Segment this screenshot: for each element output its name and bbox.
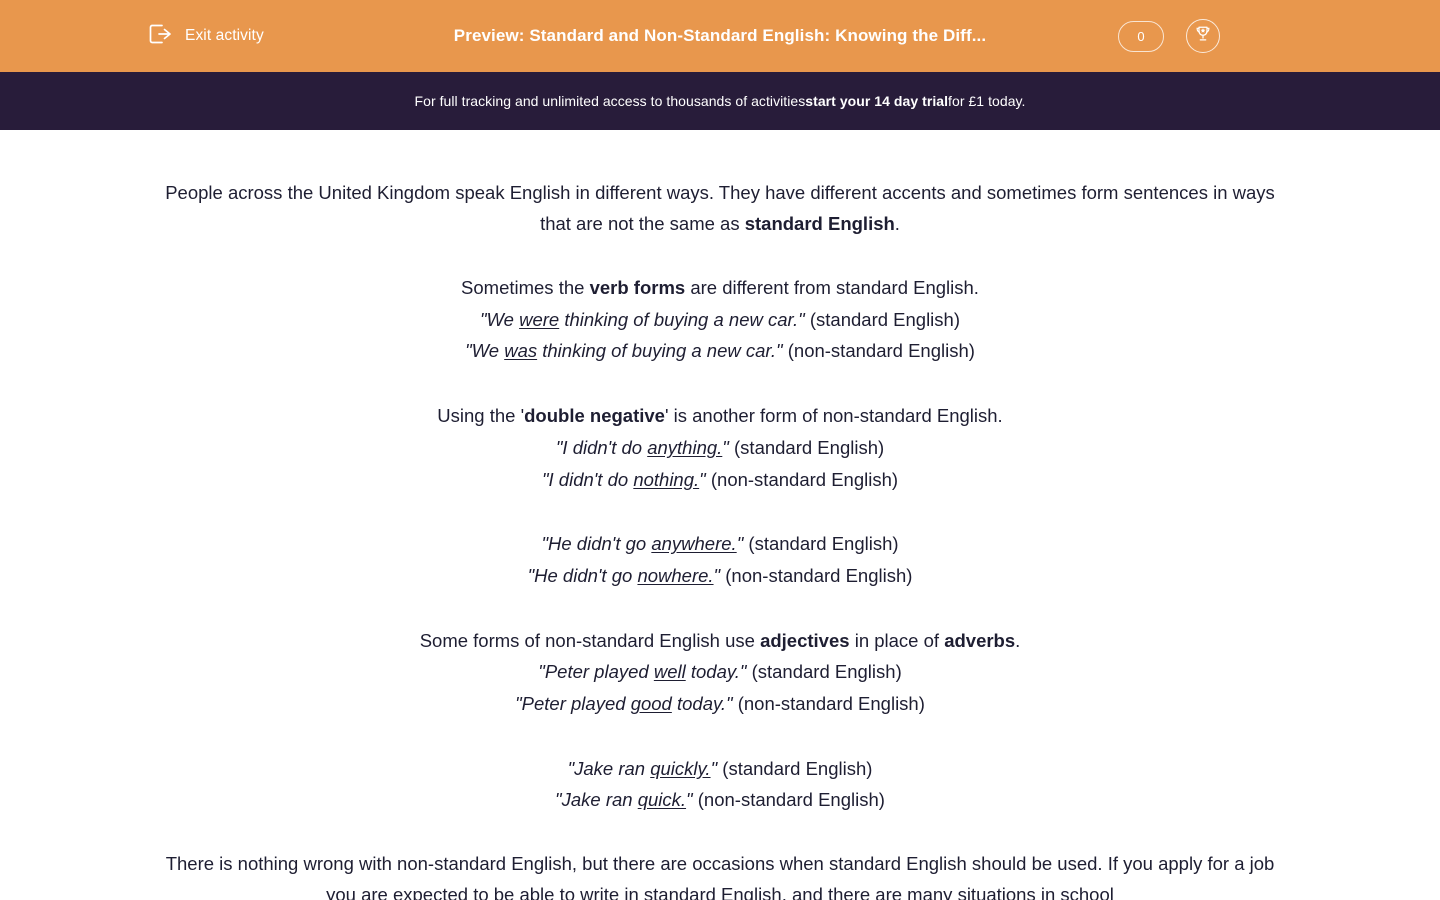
- promo-text-before: For full tracking and unlimited access t…: [414, 93, 806, 109]
- intro-part1: People across the United Kingdom speak E…: [165, 182, 1275, 234]
- heading-bold: double negative: [524, 405, 665, 427]
- example-line: "We was thinking of buying a new car." (…: [165, 335, 1275, 367]
- example-tag: (standard English): [746, 661, 902, 683]
- example-underlined: anywhere.: [651, 533, 737, 555]
- outro-paragraph-text: There is nothing wrong with non-standard…: [165, 853, 1275, 900]
- heading-after: ' is another form of non-standard Englis…: [664, 405, 1003, 427]
- intro-bold: standard English: [744, 212, 895, 234]
- section-adjectives-adverbs: Some forms of non-standard English use a…: [165, 625, 1275, 720]
- section-verb-forms: Sometimes the verb forms are different f…: [165, 272, 1275, 367]
- example-tag: (standard English): [717, 757, 873, 779]
- intro-paragraph-text: People across the United Kingdom speak E…: [165, 178, 1275, 239]
- example-underlined: nothing.: [633, 468, 700, 490]
- exit-activity-label: Exit activity: [185, 27, 264, 45]
- score-counter[interactable]: 0: [1118, 20, 1164, 52]
- example-tag: (non-standard English): [732, 693, 925, 715]
- promo-banner: For full tracking and unlimited access t…: [0, 72, 1440, 130]
- exit-arrow-icon: [148, 22, 174, 51]
- example-underlined: were: [519, 308, 560, 330]
- exit-activity-button[interactable]: Exit activity: [148, 0, 264, 72]
- example-line: "I didn't do nothing." (non-standard Eng…: [165, 464, 1275, 496]
- heading-bold: adjectives: [760, 629, 850, 651]
- heading-bold-2: adverbs: [944, 629, 1016, 651]
- intro-paragraph: People across the United Kingdom speak E…: [165, 178, 1275, 239]
- heading-after: are different from standard English.: [685, 277, 979, 298]
- top-app-bar: Exit activity Preview: Standard and Non-…: [0, 0, 1440, 72]
- example-line: "I didn't do anything." (standard Englis…: [165, 432, 1275, 464]
- section-verb-forms-heading: Sometimes the verb forms are different f…: [165, 272, 1275, 304]
- example-line: "Peter played well today." (standard Eng…: [165, 656, 1275, 688]
- example-quote-after: thinking of buying a new car.": [537, 340, 783, 362]
- heading-mid: in place of: [849, 629, 945, 651]
- heading-before: Sometimes the: [461, 277, 590, 298]
- example-tag: (standard English): [743, 533, 899, 555]
- score-counter-value: 0: [1137, 28, 1145, 44]
- section-anywhere-nowhere: "He didn't go anywhere." (standard Engli…: [165, 528, 1275, 591]
- example-quote-before: "Jake ran: [555, 789, 638, 811]
- trophy-star-icon: [1193, 24, 1213, 49]
- example-quote-before: "We: [479, 308, 520, 330]
- achievements-button[interactable]: [1186, 19, 1220, 53]
- section-quickly-quick: "Jake ran quickly." (standard English) "…: [165, 753, 1275, 816]
- example-quote-after: ": [686, 789, 693, 811]
- page-title-text: Preview: Standard and Non-Standard Engli…: [453, 26, 987, 45]
- promo-text-after: for £1 today.: [948, 93, 1026, 109]
- example-quote-before: "I didn't do: [555, 436, 648, 458]
- heading-before: Using the ': [437, 405, 525, 427]
- heading-before: Some forms of non-standard English use: [419, 629, 761, 651]
- example-quote-before: "Peter played: [538, 661, 654, 683]
- example-quote-after: ": [722, 436, 729, 458]
- topbar-actions: 0: [1118, 0, 1220, 72]
- example-quote-before: "He didn't go: [527, 564, 638, 586]
- example-line: "Peter played good today." (non-standard…: [165, 688, 1275, 720]
- example-tag: (non-standard English): [692, 789, 885, 811]
- example-quote-before: "Peter played: [515, 693, 631, 715]
- example-quote-before: "Jake ran: [567, 757, 651, 779]
- example-underlined: good: [630, 693, 672, 715]
- section-double-negative-heading: Using the 'double negative' is another f…: [165, 400, 1275, 432]
- example-line: "We were thinking of buying a new car." …: [165, 304, 1275, 336]
- example-tag: (standard English): [804, 308, 960, 330]
- example-tag: (non-standard English): [720, 564, 913, 586]
- intro-part2: .: [894, 212, 900, 234]
- example-underlined: quickly.: [650, 757, 711, 779]
- example-underlined: quick.: [637, 789, 687, 811]
- example-line: "He didn't go anywhere." (standard Engli…: [165, 528, 1275, 560]
- example-quote-after: ": [699, 468, 706, 490]
- example-underlined: anything.: [647, 436, 723, 458]
- example-quote-before: "He didn't go: [541, 533, 652, 555]
- example-tag: (non-standard English): [782, 340, 975, 362]
- example-quote-before: "I didn't do: [541, 468, 634, 490]
- activity-content: People across the United Kingdom speak E…: [0, 130, 1440, 900]
- example-tag: (non-standard English): [705, 468, 899, 490]
- heading-after: .: [1015, 629, 1021, 651]
- example-underlined: well: [653, 661, 686, 683]
- example-underlined: nowhere.: [637, 564, 714, 586]
- example-line: "Jake ran quickly." (standard English): [165, 753, 1275, 785]
- section-double-negative: Using the 'double negative' is another f…: [165, 400, 1275, 495]
- example-underlined: was: [504, 340, 538, 362]
- promo-cta-link[interactable]: start your 14 day trial: [805, 93, 948, 109]
- example-line: "He didn't go nowhere." (non-standard En…: [165, 560, 1275, 592]
- example-quote-after: today.": [685, 661, 747, 683]
- heading-bold: verb forms: [589, 277, 686, 298]
- example-tag: (standard English): [728, 436, 885, 458]
- section-adjectives-adverbs-heading: Some forms of non-standard English use a…: [165, 625, 1275, 657]
- example-quote-after: thinking of buying a new car.": [559, 308, 805, 330]
- example-quote-after: today.": [671, 693, 733, 715]
- outro-paragraph: There is nothing wrong with non-standard…: [165, 849, 1275, 900]
- example-line: "Jake ran quick." (non-standard English): [165, 784, 1275, 816]
- example-quote-before: "We: [465, 340, 505, 362]
